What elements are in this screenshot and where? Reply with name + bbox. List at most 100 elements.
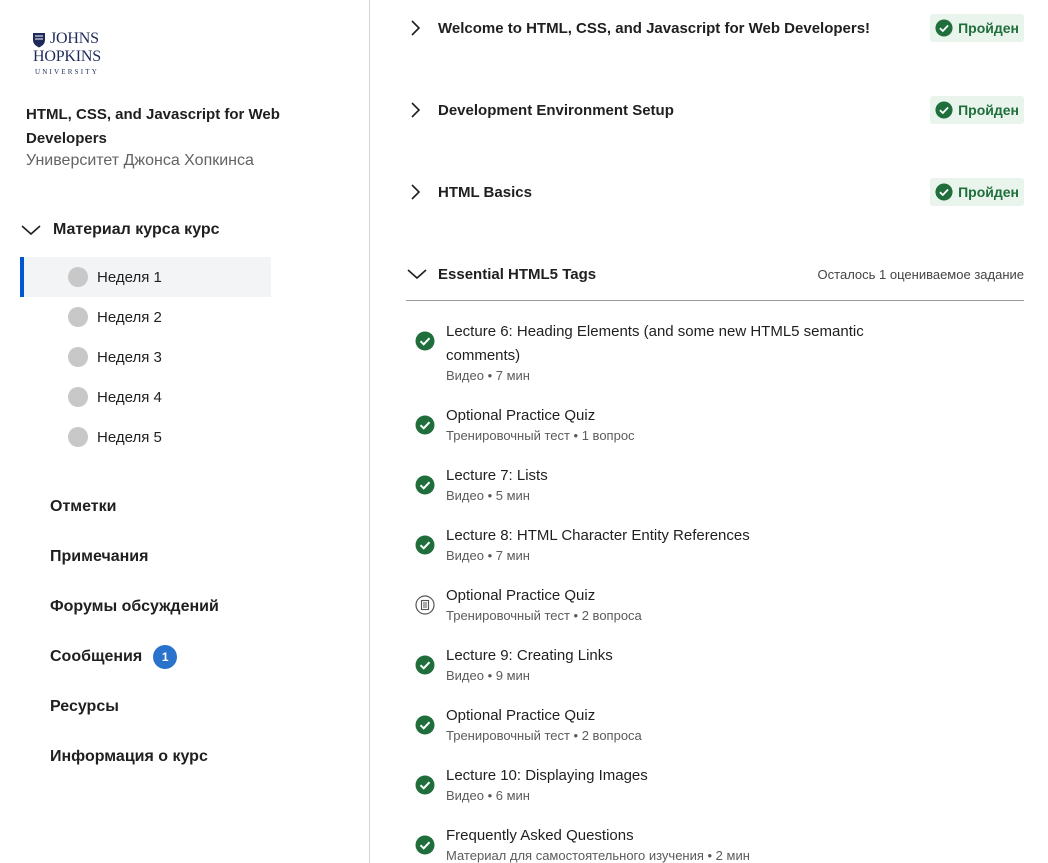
check-circle-icon — [415, 331, 435, 351]
item-title: Lecture 8: HTML Character Entity Referen… — [446, 527, 750, 544]
chevron-down-icon — [407, 269, 427, 280]
messages-count-badge: 1 — [153, 645, 178, 669]
week-label: Неделя 5 — [97, 428, 162, 446]
sidebar: JOHNS HOPKINS UNIVERSITY HTML, CSS, and … — [0, 0, 370, 863]
list-item[interactable]: Optional Practice Quiz Тренировочный тес… — [406, 404, 1024, 464]
sidebar-nav: Отметки Примечания Форумы обсуждений Соо… — [50, 482, 219, 782]
week-progress-icon — [68, 387, 88, 407]
module-title: Essential HTML5 Tags — [438, 265, 597, 283]
list-item[interactable]: Lecture 7: Lists Видео • 5 мин — [406, 464, 1024, 524]
status-badge: Пройден — [930, 178, 1024, 206]
week-progress-icon — [68, 427, 88, 447]
course-title[interactable]: HTML, CSS, and Javascript for Web Develo… — [26, 103, 296, 151]
module-title: Development Environment Setup — [438, 101, 674, 119]
module-welcome[interactable]: Welcome to HTML, CSS, and Javascript for… — [406, 8, 1024, 48]
logo-text-johns: JOHNS — [50, 30, 99, 47]
item-meta: Тренировочный тест • 1 вопрос — [446, 428, 635, 443]
sidebar-item-label: Информация о курс — [50, 748, 208, 765]
week-label: Неделя 1 — [97, 268, 162, 286]
item-title: Lecture 10: Displaying Images — [446, 767, 648, 784]
week-list: Неделя 1 Неделя 2 Неделя 3 Неделя 4 Неде… — [20, 257, 271, 457]
list-item[interactable]: Lecture 9: Creating Links Видео • 9 мин — [406, 644, 1024, 704]
chevron-down-icon — [21, 225, 41, 236]
status-label: Пройден — [958, 184, 1019, 200]
quiz-outline-icon — [415, 595, 435, 615]
chevron-right-icon — [411, 184, 421, 200]
check-circle-icon — [415, 835, 435, 855]
list-item[interactable]: Lecture 10: Displaying Images Видео • 6 … — [406, 764, 1024, 824]
status-label: Пройден — [958, 102, 1019, 118]
check-circle-icon — [415, 715, 435, 735]
check-circle-icon — [415, 775, 435, 795]
remaining-assignments: Осталось 1 оцениваемое задание — [817, 266, 1024, 282]
status-badge: Пройден — [930, 96, 1024, 124]
list-item[interactable]: Lecture 8: HTML Character Entity Referen… — [406, 524, 1024, 584]
item-title: Lecture 7: Lists — [446, 467, 548, 484]
sidebar-item-label: Ресурсы — [50, 698, 119, 715]
week-label: Неделя 2 — [97, 308, 162, 326]
item-meta: Материал для самостоятельного изучения •… — [446, 848, 750, 863]
sidebar-item-grades[interactable]: Отметки — [50, 482, 219, 532]
module-essential-html5[interactable]: Essential HTML5 Tags Осталось 1 оценивае… — [406, 254, 1024, 294]
sidebar-item-week-2[interactable]: Неделя 2 — [20, 297, 271, 337]
sidebar-item-forums[interactable]: Форумы обсуждений — [50, 582, 219, 632]
item-meta: Видео • 6 мин — [446, 788, 530, 803]
list-item[interactable]: Optional Practice Quiz Тренировочный тес… — [406, 584, 1024, 644]
sidebar-item-label: Форумы обсуждений — [50, 598, 219, 615]
week-label: Неделя 3 — [97, 348, 162, 366]
logo-text-university: UNIVERSITY — [35, 68, 99, 76]
check-circle-icon — [935, 183, 953, 201]
item-title: Optional Practice Quiz — [446, 587, 596, 604]
course-material-toggle[interactable]: Материал курса курс — [20, 216, 220, 244]
sidebar-item-week-3[interactable]: Неделя 3 — [20, 337, 271, 377]
status-badge: Пройден — [930, 14, 1024, 42]
list-item[interactable]: Frequently Asked Questions Материал для … — [406, 824, 1024, 863]
module-title: Welcome to HTML, CSS, and Javascript for… — [438, 19, 871, 37]
check-circle-icon — [415, 475, 435, 495]
status-label: Пройден — [958, 20, 1019, 36]
item-title: Lecture 9: Creating Links — [446, 647, 613, 664]
item-title: Optional Practice Quiz — [446, 407, 596, 424]
list-item[interactable]: Lecture 6: Heading Elements (and some ne… — [406, 320, 1024, 404]
sidebar-item-week-1[interactable]: Неделя 1 — [20, 257, 271, 297]
logo-text-hopkins: HOPKINS — [33, 48, 101, 65]
chevron-right-icon — [411, 20, 421, 36]
check-circle-icon — [415, 535, 435, 555]
item-title: Frequently Asked Questions — [446, 827, 634, 844]
week-label: Неделя 4 — [97, 388, 162, 406]
module-dev-environment[interactable]: Development Environment Setup Пройден — [406, 90, 1024, 130]
sidebar-item-label: Примечания — [50, 548, 149, 565]
sidebar-item-notes[interactable]: Примечания — [50, 532, 219, 582]
sidebar-item-week-4[interactable]: Неделя 4 — [20, 377, 271, 417]
university-shield-icon — [33, 33, 45, 48]
sidebar-item-course-info[interactable]: Информация о курс — [50, 732, 219, 782]
item-meta: Видео • 5 мин — [446, 488, 530, 503]
item-meta: Тренировочный тест • 2 вопроса — [446, 608, 642, 623]
module-items: Lecture 6: Heading Elements (and some ne… — [406, 320, 1024, 863]
course-material-label: Материал курса курс — [53, 221, 220, 238]
week-progress-icon — [68, 347, 88, 367]
check-circle-icon — [415, 415, 435, 435]
university-logo[interactable]: JOHNS HOPKINS UNIVERSITY — [32, 30, 122, 80]
course-organization: Университет Джонса Хопкинса — [26, 152, 254, 169]
week-progress-icon — [68, 307, 88, 327]
sidebar-item-resources[interactable]: Ресурсы — [50, 682, 219, 732]
sidebar-item-label: Отметки — [50, 498, 117, 515]
sidebar-item-label: Сообщения — [50, 648, 143, 665]
item-meta: Видео • 9 мин — [446, 668, 530, 683]
item-meta: Видео • 7 мин — [446, 368, 530, 383]
module-title: HTML Basics — [438, 183, 532, 201]
chevron-right-icon — [411, 102, 421, 118]
item-title: Optional Practice Quiz — [446, 707, 596, 724]
divider — [406, 300, 1024, 301]
sidebar-item-week-5[interactable]: Неделя 5 — [20, 417, 271, 457]
sidebar-item-messages[interactable]: Сообщения 1 — [50, 632, 219, 682]
check-circle-icon — [935, 101, 953, 119]
check-circle-icon — [415, 655, 435, 675]
course-page: JOHNS HOPKINS UNIVERSITY HTML, CSS, and … — [0, 0, 1048, 863]
item-title: Lecture 6: Heading Elements (and some ne… — [446, 323, 864, 364]
list-item[interactable]: Optional Practice Quiz Тренировочный тес… — [406, 704, 1024, 764]
module-html-basics[interactable]: HTML Basics Пройден — [406, 172, 1024, 212]
item-meta: Видео • 7 мин — [446, 548, 530, 563]
week-progress-icon — [68, 267, 88, 287]
